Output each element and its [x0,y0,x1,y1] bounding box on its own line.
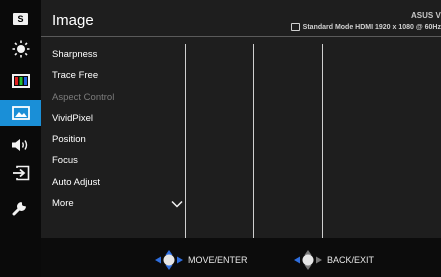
display-icon [290,23,300,31]
column-divider [322,44,323,238]
menu-item-auto-adjust[interactable]: Auto Adjust [52,177,177,198]
chevron-down-icon[interactable] [171,200,183,208]
column-divider [253,44,254,238]
brightness-icon[interactable] [4,39,37,59]
joystick-move-icon [155,250,183,270]
monitor-osd: S Image ASUS V Standard Mode HDMI 1920 x… [0,0,441,277]
header-divider [41,36,441,37]
menu-item-sharpness[interactable]: Sharpness [52,49,177,70]
s-badge-icon[interactable]: S [4,9,37,29]
menu-item-trace-free[interactable]: Trace Free [52,70,177,91]
menu-item-more[interactable]: More [52,198,183,219]
image-icon[interactable] [0,100,41,126]
move-enter-hint: MOVE/ENTER [154,249,248,271]
model-name: ASUS VL279 [411,11,441,20]
move-enter-label: MOVE/ENTER [188,255,248,265]
column-divider [185,44,186,238]
page-title: Image [52,12,94,29]
button-guide-bar: MOVE/ENTER BACK/EXIT [41,238,441,277]
status-bar: Standard Mode HDMI 1920 x 1080 @ 60Hz [290,23,441,31]
menu-item-vividpixel[interactable]: VividPixel [52,113,177,134]
mode-text: Standard Mode HDMI 1920 x 1080 @ 60Hz [302,23,441,31]
menu-list: Sharpness Trace Free Aspect Control Vivi… [52,49,183,219]
content-panel: Image ASUS VL279 Standard Mode HDMI 1920… [41,0,441,238]
sound-icon[interactable] [4,135,37,155]
system-setup-icon[interactable] [4,197,37,217]
color-icon[interactable] [4,71,37,91]
joystick-back-icon [294,250,322,270]
input-select-icon[interactable] [4,163,37,183]
menu-item-aspect-control: Aspect Control [52,91,115,103]
back-exit-hint: BACK/EXIT [293,249,374,271]
menu-item-focus[interactable]: Focus [52,155,177,176]
back-exit-label: BACK/EXIT [327,255,375,265]
menu-item-position[interactable]: Position [52,134,177,155]
osd-sidebar: S [0,0,41,277]
